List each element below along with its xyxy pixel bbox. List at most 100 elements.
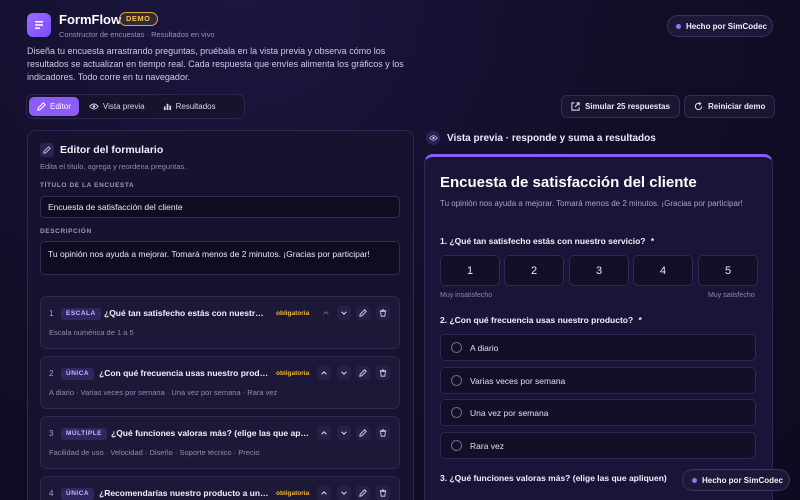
- preview-title: Encuesta de satisfacción del cliente: [440, 174, 697, 191]
- view-tabs: Editor Vista previa Resultados: [26, 94, 245, 119]
- question-type-badge: ÚNICA: [61, 488, 95, 500]
- required-badge: obligatoria: [276, 310, 310, 317]
- tab-editor[interactable]: Editor: [29, 97, 79, 116]
- editor-subtitle: Edita el título, agrega y reordena pregu…: [40, 162, 187, 171]
- chevron-down-icon: [341, 431, 347, 435]
- move-down-button[interactable]: [337, 366, 351, 380]
- scale-low-label: Muy insatisfecho: [440, 292, 493, 299]
- dot-icon: [692, 477, 697, 483]
- pencil-icon: [359, 429, 367, 437]
- option-label: Rara vez: [470, 440, 505, 451]
- made-by-label: Hecho por SimCodec: [702, 475, 783, 485]
- chevron-up-icon: [321, 431, 327, 435]
- delete-question-button[interactable]: [376, 486, 390, 500]
- radio-icon: [451, 407, 462, 418]
- question-text: ¿Con qué frecuencia usas nuestro prod…: [99, 368, 269, 378]
- app-subtitle: Constructor de encuestas · Resultados en…: [59, 30, 215, 39]
- chevron-down-icon: [341, 491, 347, 495]
- dot-icon: [676, 23, 681, 29]
- trash-icon: [379, 309, 387, 317]
- question-description: Facilidad de uso · Velocidad · Diseño · …: [49, 448, 260, 457]
- external-link-icon: [571, 102, 580, 111]
- preview-header-text: Vista previa · responde y suma a resulta…: [447, 132, 656, 144]
- move-up-button[interactable]: [317, 366, 331, 380]
- preview-header: Vista previa · responde y suma a resulta…: [426, 131, 656, 145]
- preview-question-2: 2. ¿Con qué frecuencia usas nuestro prod…: [440, 315, 642, 325]
- pencil-icon: [40, 143, 54, 157]
- radio-option[interactable]: Varias veces por semana: [440, 367, 756, 394]
- simulate-button[interactable]: Simular 25 respuestas: [561, 95, 680, 118]
- eye-icon: [426, 131, 440, 145]
- scale-option-3[interactable]: 3: [569, 255, 629, 286]
- question-description: A diario · Varias veces por semana · Una…: [49, 388, 278, 397]
- reset-button[interactable]: Reiniciar demo: [684, 95, 776, 118]
- scale-option-5[interactable]: 5: [698, 255, 758, 286]
- survey-title-input[interactable]: Encuesta de satisfacción del cliente: [40, 196, 400, 218]
- trash-icon: [379, 429, 387, 437]
- survey-title-label: TÍTULO DE LA ENCUESTA: [40, 182, 135, 189]
- question-text: ¿Qué funciones valoras más? (elige las q…: [111, 428, 309, 438]
- move-down-button[interactable]: [337, 486, 351, 500]
- eye-icon: [89, 103, 99, 110]
- made-by-label: Hecho por SimCodec: [686, 21, 767, 31]
- editor-title: Editor del formulario: [40, 143, 163, 157]
- tab-preview[interactable]: Vista previa: [81, 97, 153, 116]
- refresh-icon: [694, 102, 703, 111]
- option-label: A diario: [470, 342, 499, 353]
- scale-option-4[interactable]: 4: [633, 255, 693, 286]
- app-title: FormFlow: [59, 12, 122, 27]
- intro-text: Diseña tu encuesta arrastrando preguntas…: [27, 46, 404, 82]
- move-down-button[interactable]: [337, 306, 351, 320]
- edit-question-button[interactable]: [356, 366, 370, 380]
- trash-icon: [379, 489, 387, 497]
- reset-label: Reiniciar demo: [708, 102, 766, 111]
- delete-question-button[interactable]: [376, 366, 390, 380]
- preview-question-1: 1. ¿Qué tan satisfecho estás con nuestro…: [440, 236, 654, 246]
- radio-option[interactable]: Una vez por semana: [440, 399, 756, 426]
- question-text: 1. ¿Qué tan satisfecho estás con nuestro…: [440, 236, 646, 246]
- scale-high-label: Muy satisfecho: [708, 292, 755, 299]
- move-down-button[interactable]: [337, 426, 351, 440]
- question-number: 2: [49, 369, 54, 378]
- radio-option[interactable]: Rara vez: [440, 432, 756, 459]
- edit-question-button[interactable]: [356, 486, 370, 500]
- pencil-icon: [359, 369, 367, 377]
- delete-question-button[interactable]: [376, 426, 390, 440]
- made-by-link[interactable]: Hecho por SimCodec: [667, 15, 773, 37]
- question-type-badge: ÚNICA: [61, 368, 95, 380]
- move-up-button[interactable]: [317, 426, 331, 440]
- question-number: 3: [49, 429, 54, 438]
- question-card[interactable]: 2 ÚNICA ¿Con qué frecuencia usas nuestro…: [40, 356, 400, 409]
- move-up-button[interactable]: [317, 486, 331, 500]
- question-card[interactable]: 3 MÚLTIPLE ¿Qué funciones valoras más? (…: [40, 416, 400, 469]
- demo-badge: DEMO: [119, 12, 158, 26]
- chevron-up-icon: [323, 311, 329, 315]
- tab-results[interactable]: Resultados: [155, 97, 224, 116]
- option-label: Una vez por semana: [470, 407, 549, 418]
- scale-option-1[interactable]: 1: [440, 255, 500, 286]
- question-card[interactable]: 4 ÚNICA ¿Recomendarías nuestro producto …: [40, 476, 400, 500]
- delete-question-button[interactable]: [376, 306, 390, 320]
- radio-icon: [451, 440, 462, 451]
- tab-label: Vista previa: [102, 102, 145, 111]
- pencil-icon: [37, 102, 46, 111]
- scale-option-2[interactable]: 2: [504, 255, 564, 286]
- question-card[interactable]: 1 ESCALA ¿Qué tan satisfecho estás con n…: [40, 296, 400, 349]
- chevron-down-icon: [341, 311, 347, 315]
- tab-label: Resultados: [175, 102, 216, 111]
- radio-option[interactable]: A diario: [440, 334, 756, 361]
- question-description: Escala numérica de 1 a 5: [49, 328, 134, 337]
- edit-question-button[interactable]: [356, 426, 370, 440]
- tab-label: Editor: [50, 102, 71, 111]
- move-up-button[interactable]: [319, 306, 333, 320]
- description-textarea[interactable]: Tu opinión nos ayuda a mejorar. Tomará m…: [40, 241, 400, 275]
- required-marker: *: [638, 315, 642, 325]
- question-text: 2. ¿Con qué frecuencia usas nuestro prod…: [440, 315, 634, 325]
- pencil-icon: [359, 489, 367, 497]
- made-by-floating-link[interactable]: Hecho por SimCodec: [682, 469, 790, 491]
- required-badge: obligatoria: [276, 370, 310, 377]
- edit-question-button[interactable]: [356, 306, 370, 320]
- bar-chart-icon: [163, 103, 171, 111]
- preview-question-3: 3. ¿Qué funciones valoras más? (elige la…: [440, 473, 667, 483]
- simulate-label: Simular 25 respuestas: [585, 102, 670, 111]
